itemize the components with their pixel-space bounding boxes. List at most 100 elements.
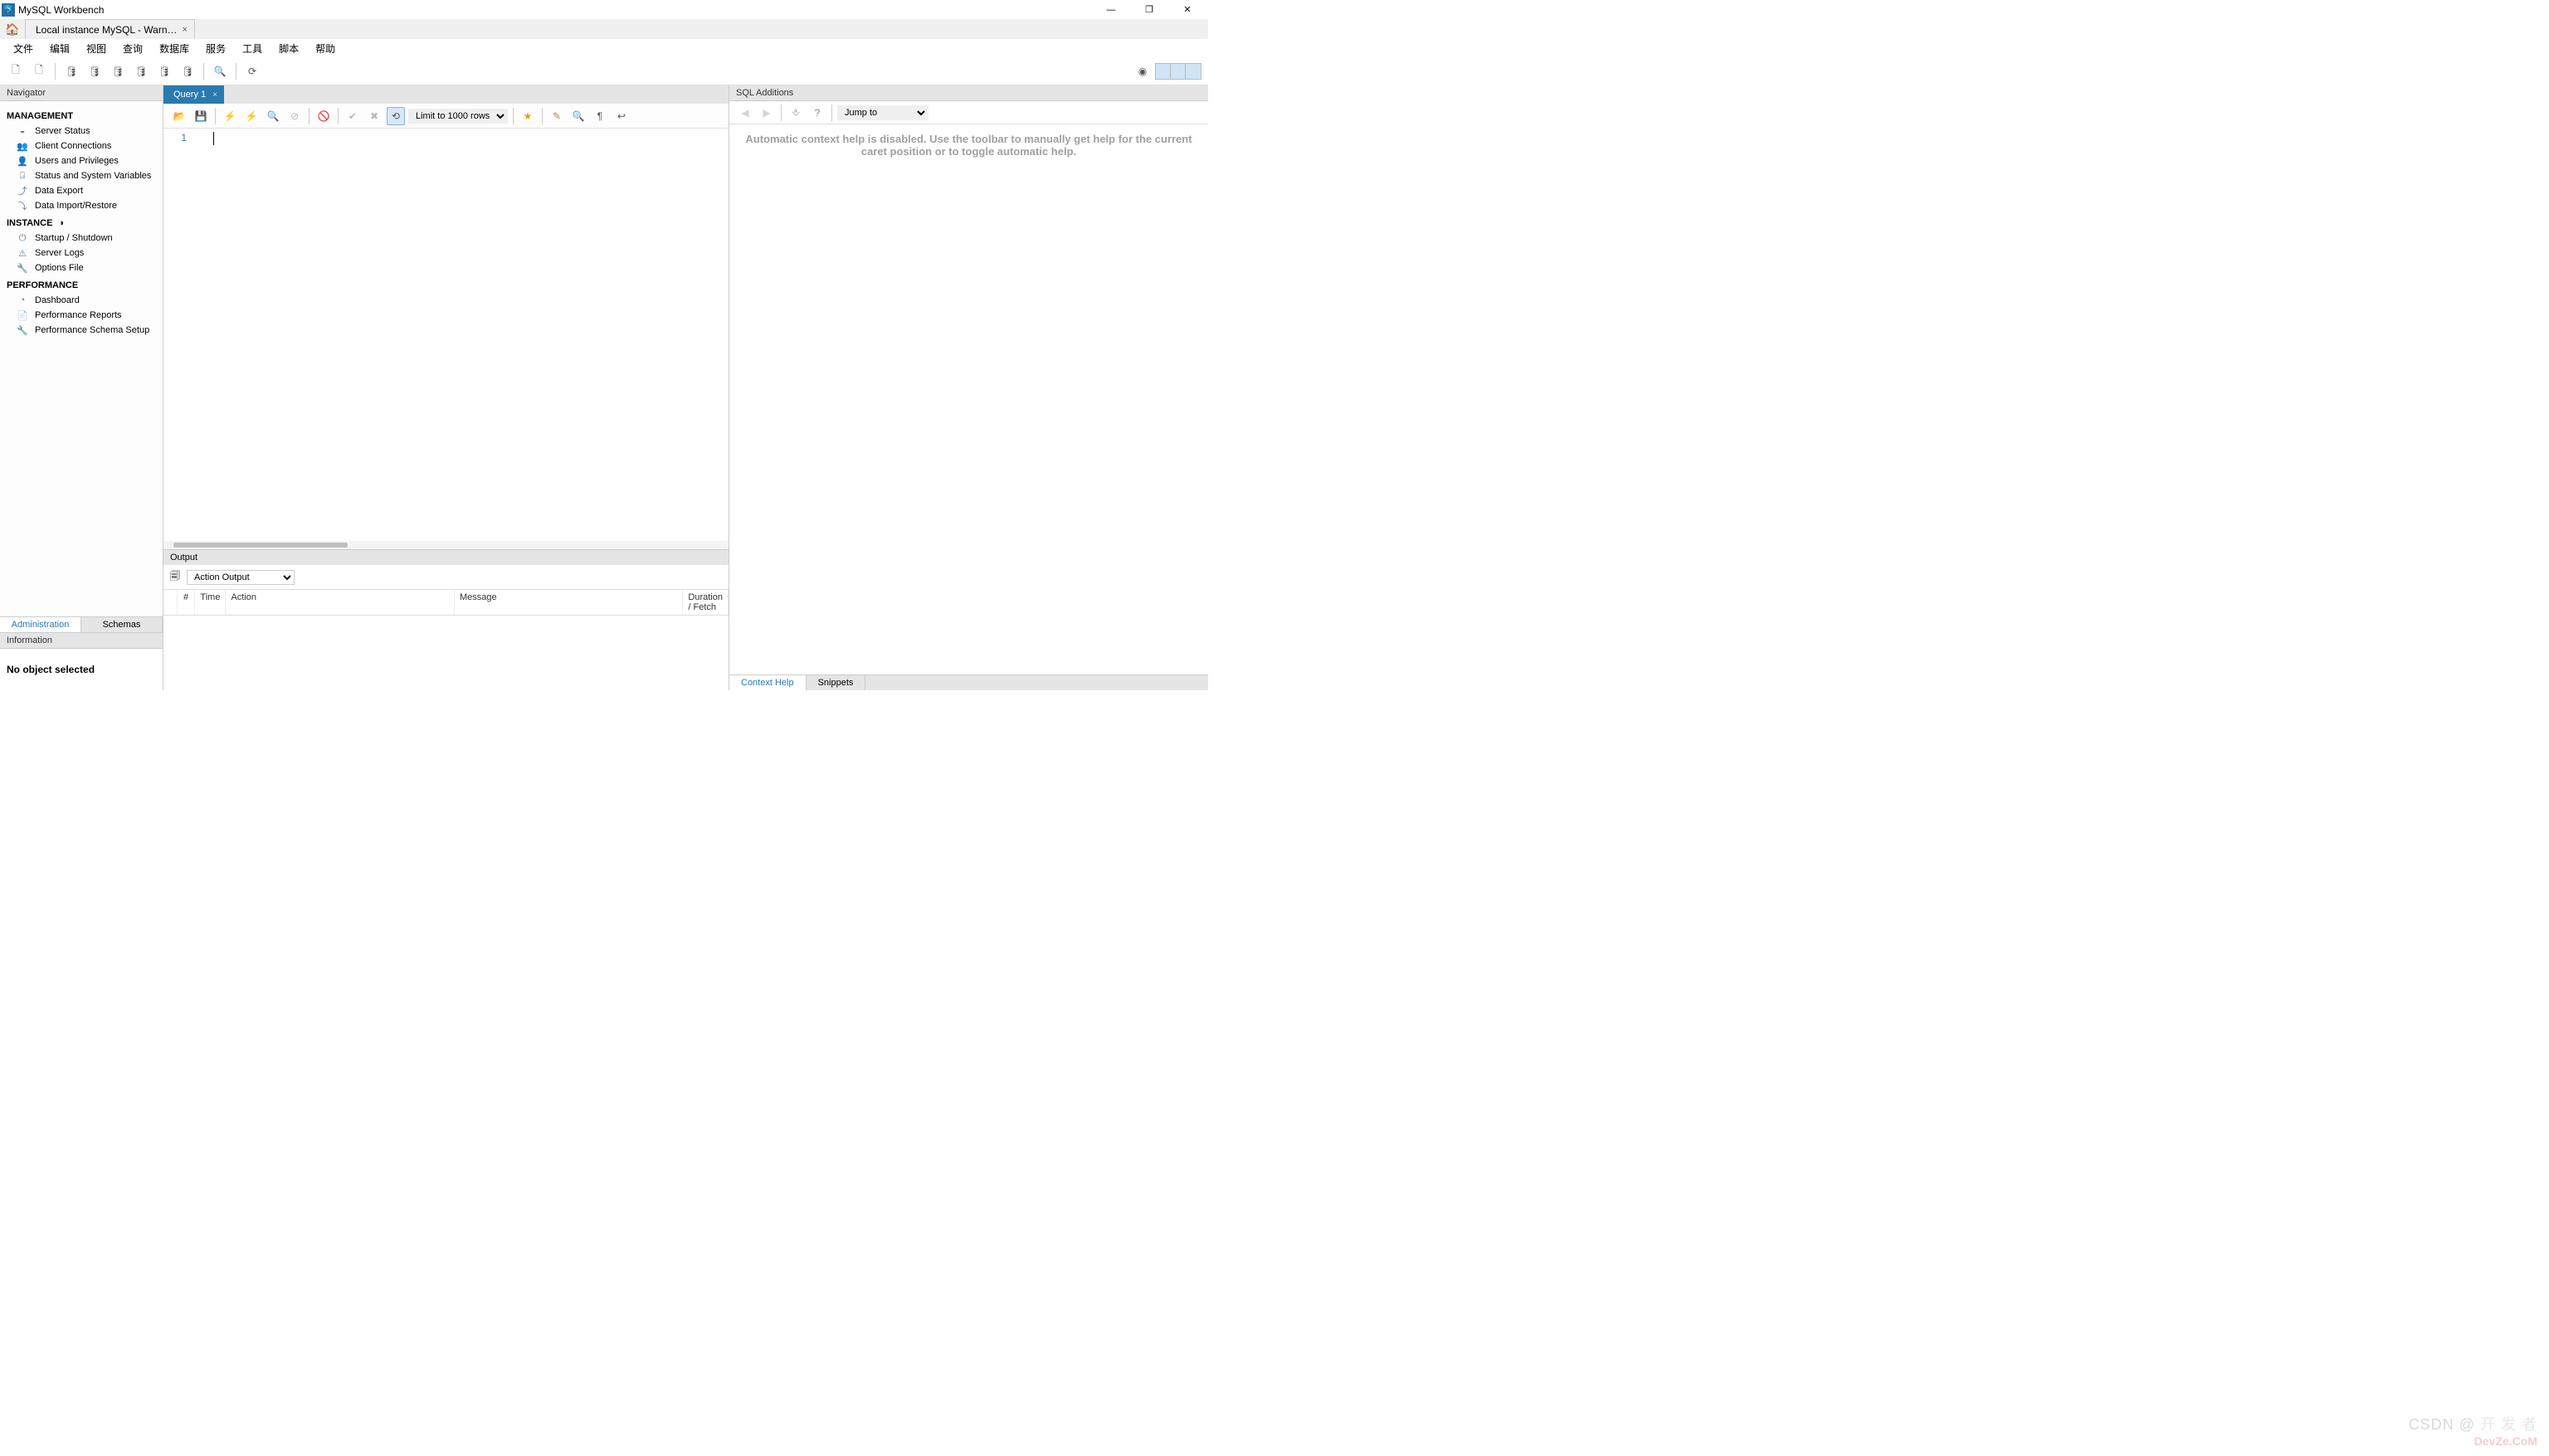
nav-dashboard[interactable]: ◔Dashboard <box>0 293 163 308</box>
menu-file[interactable]: 文件 <box>5 40 41 57</box>
beautify-icon[interactable]: ✎ <box>548 107 566 125</box>
query-tab[interactable]: Query 1 × <box>163 85 224 104</box>
tab-context-help[interactable]: Context Help <box>729 675 807 690</box>
nav-options-file[interactable]: 🔧Options File <box>0 261 163 275</box>
explain-icon[interactable]: 🔍 <box>264 107 282 125</box>
separator <box>831 105 832 121</box>
sql-toolbar: 📂 💾 ⚡ ⚡ 🔍 ⊘ 🚫 ✔ ✖ ⟲ Limit to 1000 rows ★… <box>163 104 729 129</box>
search-table-icon[interactable]: 🔍 <box>211 62 229 80</box>
col-message[interactable]: Message <box>455 590 683 615</box>
nav-label: Server Logs <box>35 248 84 258</box>
execute-current-icon[interactable]: ⚡ <box>242 107 261 125</box>
output-header: Output <box>163 550 729 565</box>
nav-performance-schema[interactable]: 🔧Performance Schema Setup <box>0 323 163 338</box>
menu-tools[interactable]: 工具 <box>234 40 270 57</box>
table-icon[interactable]: 🛢 <box>109 62 127 80</box>
toggle-secondary-icon[interactable] <box>1186 64 1201 79</box>
main-toolbar: 🗋 🗋 🛢 🛢 🛢 🛢 🛢 🛢 🔍 ⟳ ◉ <box>0 57 1208 85</box>
nav-server-logs[interactable]: ⚠Server Logs <box>0 246 163 261</box>
nav-client-connections[interactable]: 👥Client Connections <box>0 139 163 153</box>
menu-edit[interactable]: 编辑 <box>41 40 78 57</box>
schema-icon[interactable]: 🛢 <box>85 62 104 80</box>
close-icon[interactable]: × <box>183 25 188 35</box>
menu-view[interactable]: 视图 <box>78 40 115 57</box>
reconnect-icon[interactable]: ⟳ <box>243 62 261 80</box>
procedure-icon[interactable]: 🛢 <box>155 62 173 80</box>
commit-icon[interactable]: ✔ <box>344 107 362 125</box>
col-status[interactable] <box>163 590 178 615</box>
sql-editor[interactable]: 1 <box>163 129 729 541</box>
rollback-icon[interactable]: ✖ <box>365 107 383 125</box>
limit-rows-select[interactable]: Limit to 1000 rows <box>408 109 508 124</box>
menu-help[interactable]: 帮助 <box>307 40 344 57</box>
menu-server[interactable]: 服务 <box>197 40 234 57</box>
app-title: MySQL Workbench <box>18 4 1092 16</box>
query-tabstrip: Query 1 × <box>163 85 729 104</box>
maximize-button[interactable]: ❐ <box>1130 0 1168 19</box>
output-type-select[interactable]: Action Output <box>187 570 295 585</box>
connections-icon: 👥 <box>17 140 28 152</box>
close-button[interactable]: ✕ <box>1168 0 1206 19</box>
toggle-output-icon[interactable] <box>1171 64 1186 79</box>
nav-label: Users and Privileges <box>35 156 119 166</box>
tab-schemas[interactable]: Schemas <box>81 617 163 632</box>
favorite-icon[interactable]: ★ <box>519 107 537 125</box>
nav-status-variables[interactable]: ⍈Status and System Variables <box>0 168 163 183</box>
wrap-icon[interactable]: ↩ <box>612 107 631 125</box>
toggle-sidebar-icon[interactable] <box>1156 64 1171 79</box>
open-file-icon[interactable]: 📂 <box>170 107 188 125</box>
output-copy-icon[interactable]: 🗐 <box>170 568 180 586</box>
tab-snippets[interactable]: Snippets <box>807 675 866 690</box>
col-number[interactable]: # <box>178 590 196 615</box>
menu-scripting[interactable]: 脚本 <box>270 40 307 57</box>
nav-data-import[interactable]: ⤵Data Import/Restore <box>0 198 163 213</box>
nav-forward-icon[interactable]: ▶ <box>758 104 776 122</box>
menu-database[interactable]: 数据库 <box>151 40 197 57</box>
additions-toolbar: ◀ ▶ ⎀ ? Jump to <box>729 101 1208 124</box>
invisible-chars-icon[interactable]: ¶ <box>591 107 609 125</box>
auto-help-icon[interactable]: ⎀ <box>787 104 805 122</box>
scroll-thumb[interactable] <box>173 543 348 548</box>
new-sql-tab-icon[interactable]: 🗋 <box>7 62 25 80</box>
home-tab-icon[interactable]: 🏠 <box>0 19 25 39</box>
col-duration[interactable]: Duration / Fetch <box>683 590 729 615</box>
caret <box>213 132 725 145</box>
save-file-icon[interactable]: 💾 <box>192 107 210 125</box>
tab-administration[interactable]: Administration <box>0 617 81 632</box>
col-time[interactable]: Time <box>195 590 226 615</box>
function-icon[interactable]: 🛢 <box>178 62 197 80</box>
status-icon: ◒ <box>17 125 28 137</box>
nav-server-status[interactable]: ◒Server Status <box>0 124 163 139</box>
jump-to-select[interactable]: Jump to <box>837 105 928 120</box>
close-icon[interactable]: × <box>212 90 217 100</box>
nav-performance-reports[interactable]: 📄Performance Reports <box>0 308 163 323</box>
nav-startup-shutdown[interactable]: ⏻Startup / Shutdown <box>0 231 163 246</box>
minimize-button[interactable]: — <box>1092 0 1130 19</box>
refresh-icon[interactable]: ◑ <box>58 218 64 228</box>
inspector-icon[interactable]: 🛢 <box>62 62 80 80</box>
update-icon[interactable]: ◉ <box>1133 62 1152 80</box>
additions-tabs: Context Help Snippets <box>729 674 1208 690</box>
navigator-header: Navigator <box>0 85 163 101</box>
separator <box>203 63 204 80</box>
nav-users-privileges[interactable]: 👤 Users and Privileges <box>0 153 163 168</box>
nav-data-export[interactable]: ⤴Data Export <box>0 183 163 198</box>
view-icon[interactable]: 🛢 <box>132 62 150 80</box>
stop-icon[interactable]: ⊘ <box>285 107 304 125</box>
horizontal-scrollbar[interactable] <box>163 541 729 549</box>
nav-back-icon[interactable]: ◀ <box>736 104 754 122</box>
users-icon: 👤 <box>17 155 28 167</box>
connection-tab[interactable]: Local instance MySQL - Warn… × <box>25 19 195 39</box>
col-action[interactable]: Action <box>226 590 454 615</box>
window-controls: — ❐ ✕ <box>1092 0 1206 19</box>
manual-help-icon[interactable]: ? <box>808 104 826 122</box>
editor-text-area[interactable] <box>210 129 729 541</box>
dont-limit-icon[interactable]: 🚫 <box>314 107 333 125</box>
menu-query[interactable]: 查询 <box>115 40 151 57</box>
find-icon[interactable]: 🔍 <box>569 107 587 125</box>
autocommit-icon[interactable]: ⟲ <box>387 107 405 125</box>
open-sql-icon[interactable]: 🗋 <box>30 62 48 80</box>
app-icon: 🐬 <box>2 3 15 17</box>
execute-icon[interactable]: ⚡ <box>221 107 239 125</box>
query-tab-label: Query 1 <box>173 90 206 100</box>
